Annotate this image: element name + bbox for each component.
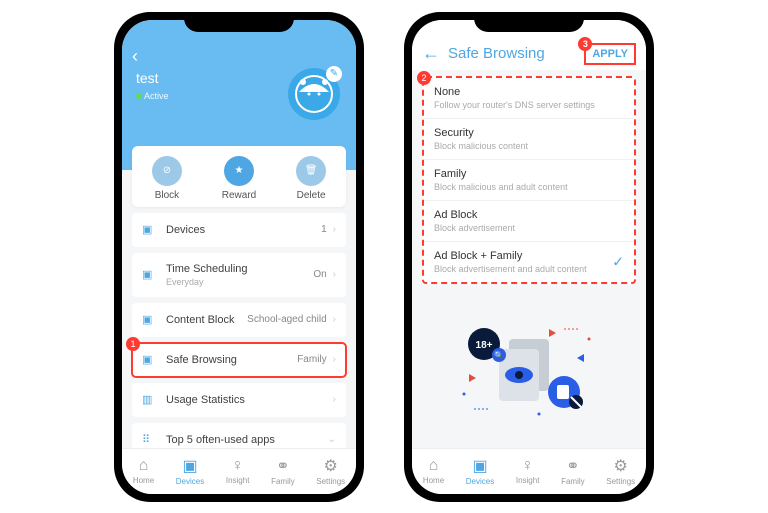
chevron-right-icon: › (333, 224, 336, 235)
step-badge-3: 3 (578, 37, 592, 51)
trash-icon: 🗑 (296, 156, 326, 186)
devices-tab-icon: ▣ (466, 456, 494, 476)
tab-settings[interactable]: ⚙Settings (316, 456, 345, 486)
back-icon[interactable]: ‹ (132, 46, 138, 67)
usage-statistics-row[interactable]: ▥ Usage Statistics › (132, 383, 346, 417)
chevron-right-icon: › (333, 394, 336, 405)
clock-icon: ▣ (142, 268, 156, 282)
gear-icon: ⚙ (606, 456, 635, 476)
tab-settings[interactable]: ⚙Settings (606, 456, 635, 486)
time-scheduling-row[interactable]: ▣ Time SchedulingEveryday On › (132, 253, 346, 297)
status-dot-icon (136, 93, 142, 99)
illustration: 18+ 🔍 (412, 290, 646, 448)
svg-text:18+: 18+ (476, 340, 493, 351)
tab-bar: ⌂Home ▣Devices ♀Insight ⚭Family ⚙Setting… (122, 448, 356, 494)
notch (184, 12, 294, 32)
devices-row[interactable]: ▣ Devices 1 › (132, 213, 346, 247)
apps-icon: ⠿ (142, 433, 156, 447)
tab-family[interactable]: ⚭Family (561, 456, 585, 486)
page-title: Safe Browsing (448, 45, 584, 62)
option-adblock-family[interactable]: Ad Block + Family Block advertisement an… (424, 242, 634, 282)
option-adblock[interactable]: Ad Block Block advertisement (424, 201, 634, 242)
safe-icon: ▣ (142, 353, 156, 367)
tab-bar: ⌂Home ▣Devices ♀Insight ⚭Family ⚙Setting… (412, 448, 646, 494)
family-icon: ⚭ (561, 456, 585, 476)
tab-home[interactable]: ⌂Home (423, 457, 444, 485)
step-badge-2: 2 (417, 71, 431, 85)
tab-family[interactable]: ⚭Family (271, 456, 295, 486)
chevron-right-icon: › (333, 354, 336, 365)
back-icon[interactable]: ← (422, 43, 440, 64)
content-block-row[interactable]: ▣ Content Block School-aged child › (132, 303, 346, 337)
option-family[interactable]: Family Block malicious and adult content (424, 160, 634, 201)
family-icon: ⚭ (271, 456, 295, 476)
safe-browsing-illustration-icon: 18+ 🔍 (454, 314, 604, 424)
chevron-right-icon: › (333, 269, 336, 280)
tab-home[interactable]: ⌂Home (133, 457, 154, 485)
option-security[interactable]: Security Block malicious content (424, 119, 634, 160)
bulb-icon: ♀ (226, 457, 250, 475)
home-icon: ⌂ (423, 457, 444, 475)
settings-list: ▣ Devices 1 › ▣ Time SchedulingEveryday … (122, 213, 356, 448)
block-button[interactable]: ⊘Block (152, 156, 182, 201)
options-list: 2 None Follow your router's DNS server s… (422, 76, 636, 284)
action-bar: ⊘Block ★Reward 🗑Delete (132, 146, 346, 207)
content-icon: ▣ (142, 313, 156, 327)
check-icon: ✓ (612, 253, 624, 270)
gear-icon: ⚙ (316, 456, 345, 476)
step-badge-1: 1 (126, 337, 140, 351)
home-icon: ⌂ (133, 457, 154, 475)
svg-text:🔍: 🔍 (494, 350, 504, 360)
avatar[interactable]: ✎ (288, 68, 340, 120)
left-screen: ‹ test Active ✎ ⊘Block ★Reward 🗑Delete ▣… (122, 20, 356, 494)
right-phone: ← Safe Browsing 3 APPLY 2 None Follow yo… (404, 12, 654, 502)
right-screen: ← Safe Browsing 3 APPLY 2 None Follow yo… (412, 20, 646, 494)
tab-insight[interactable]: ♀Insight (226, 457, 250, 485)
block-icon: ⊘ (152, 156, 182, 186)
chart-icon: ▥ (142, 393, 156, 407)
star-icon: ★ (224, 156, 254, 186)
devices-tab-icon: ▣ (176, 456, 204, 476)
tab-devices[interactable]: ▣Devices (176, 456, 204, 486)
apply-button[interactable]: 3 APPLY (584, 43, 636, 65)
safe-browsing-row[interactable]: 1 ▣ Safe Browsing Family › (132, 343, 346, 377)
chevron-right-icon: › (333, 314, 336, 325)
delete-button[interactable]: 🗑Delete (296, 156, 326, 201)
reward-button[interactable]: ★Reward (222, 156, 256, 201)
left-phone: ‹ test Active ✎ ⊘Block ★Reward 🗑Delete ▣… (114, 12, 364, 502)
top-apps-row[interactable]: ⠿ Top 5 often-used apps ⌄ (132, 423, 346, 448)
devices-icon: ▣ (142, 223, 156, 237)
bulb-icon: ♀ (516, 457, 540, 475)
tab-insight[interactable]: ♀Insight (516, 457, 540, 485)
chevron-down-icon: ⌄ (328, 434, 336, 445)
tab-devices[interactable]: ▣Devices (466, 456, 494, 486)
notch (474, 12, 584, 32)
edit-icon[interactable]: ✎ (326, 66, 342, 82)
option-none[interactable]: None Follow your router's DNS server set… (424, 78, 634, 119)
